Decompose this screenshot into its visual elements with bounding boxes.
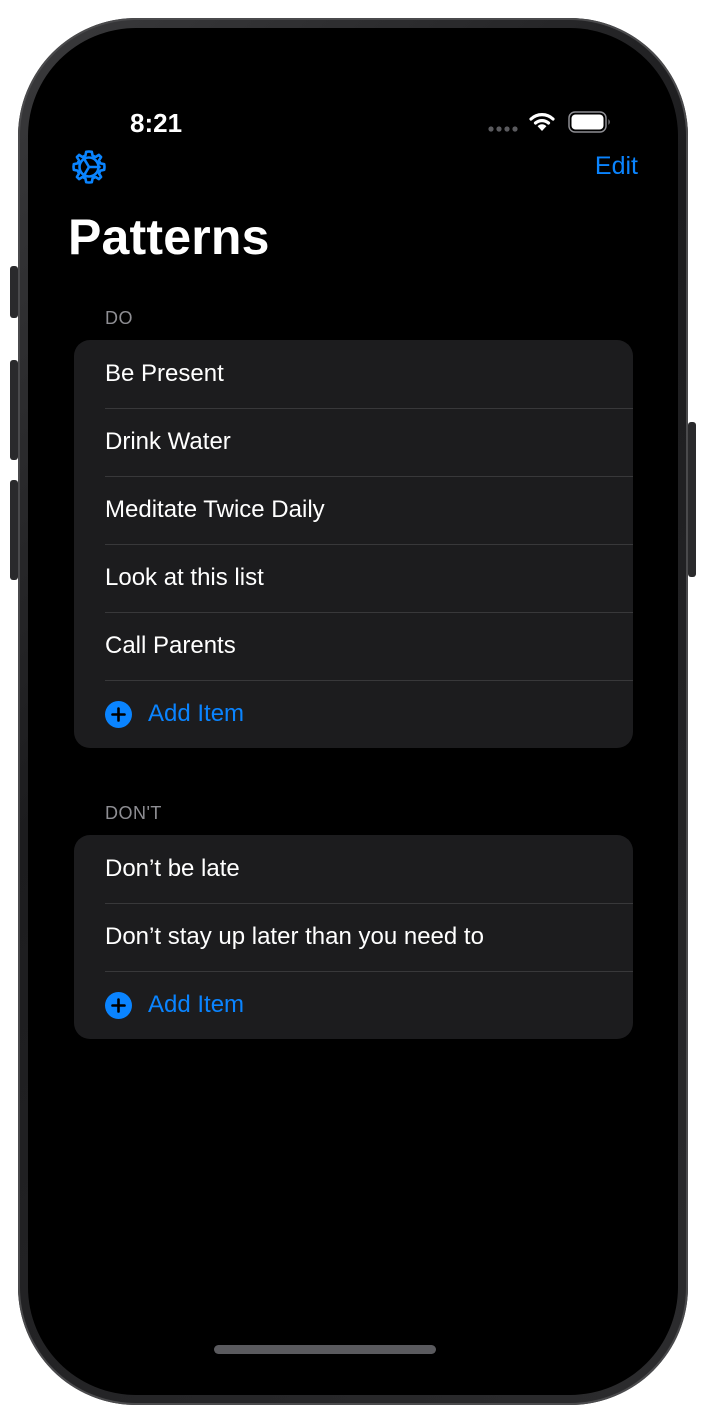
wifi-icon — [529, 113, 555, 131]
list-item[interactable]: Call Parents — [74, 612, 633, 680]
list-item[interactable]: Be Present — [74, 340, 633, 408]
plus-circle-icon — [105, 991, 132, 1019]
battery-icon — [568, 111, 610, 133]
dont-list: Don’t be late Don’t stay up later than y… — [74, 835, 633, 1039]
section-header-do: DO — [105, 308, 133, 328]
add-item-label: Add Item — [148, 991, 245, 1018]
volume-up-button — [10, 360, 18, 460]
list-item[interactable]: Don’t stay up later than you need to — [74, 903, 633, 971]
plus-circle-icon — [105, 700, 132, 728]
do-list: Be Present Drink Water Meditate Twice Da… — [74, 340, 633, 748]
status-time: 8:21 — [130, 108, 183, 138]
add-item-label: Add Item — [148, 700, 245, 727]
edit-button[interactable]: Edit — [595, 152, 638, 181]
list-item[interactable]: Meditate Twice Daily — [74, 476, 633, 544]
cellular-signal-icon — [488, 126, 518, 132]
list-item[interactable]: Look at this list — [74, 544, 633, 612]
list-item[interactable]: Don’t be late — [74, 835, 633, 903]
volume-down-button — [10, 480, 18, 580]
add-item-button[interactable]: Add Item — [74, 971, 633, 1039]
gear-icon — [72, 150, 106, 184]
power-button — [688, 422, 696, 577]
list-item[interactable]: Drink Water — [74, 408, 633, 476]
page-title: Patterns — [68, 209, 270, 265]
mute-switch — [10, 266, 18, 318]
screen: 8:21 Edit Patterns DO Be Present Drink W… — [28, 28, 678, 1395]
home-indicator[interactable] — [214, 1345, 436, 1354]
settings-button[interactable] — [70, 148, 108, 186]
add-item-button[interactable]: Add Item — [74, 680, 633, 748]
section-header-dont: DON'T — [105, 803, 162, 823]
